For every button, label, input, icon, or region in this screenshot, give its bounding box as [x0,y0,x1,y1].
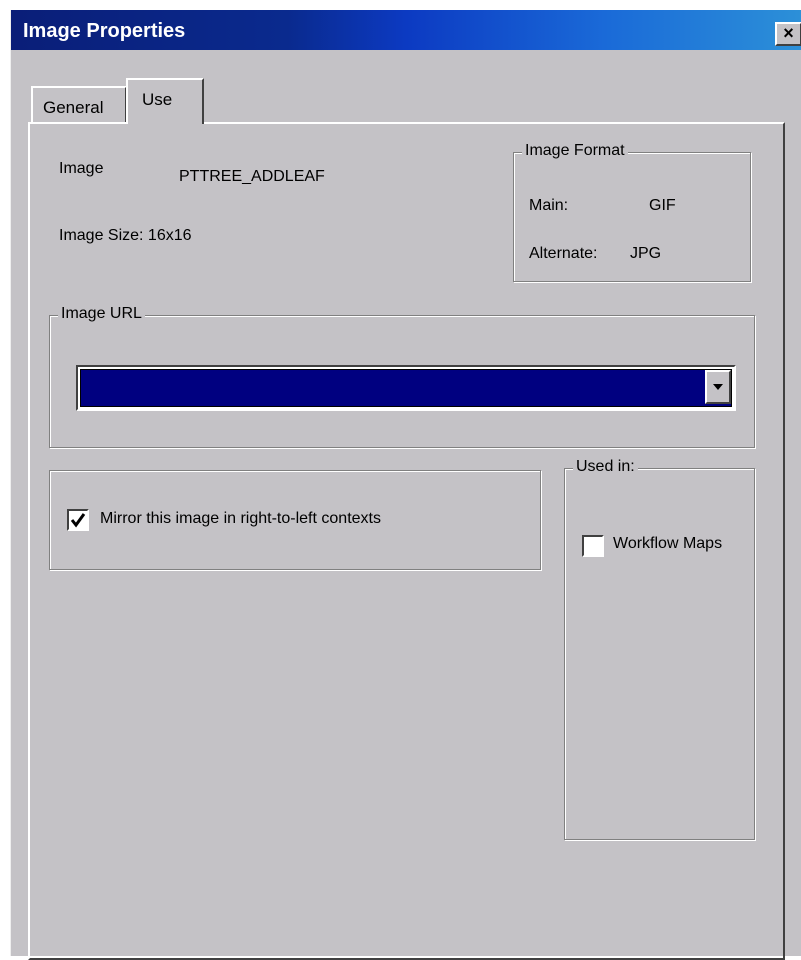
tab-general[interactable]: General [31,86,127,124]
active-tab-joiner [128,120,202,126]
image-label: Image [59,160,104,177]
image-url-dropdown-button[interactable] [705,370,731,404]
title-bar[interactable]: Image Properties × [11,10,801,50]
workflow-maps-label[interactable]: Workflow Maps [613,535,722,553]
main-format-label: Main: [529,197,569,214]
tab-use[interactable]: Use [126,78,204,124]
image-size-text: Image Size: 16x16 [59,227,192,244]
alternate-format-label: Alternate: [529,245,598,262]
close-button[interactable]: × [775,22,801,46]
chevron-down-icon [713,384,723,390]
alternate-format-value: JPG [630,245,662,262]
used-in-legend: Used in: [573,458,638,476]
image-format-legend: Image Format [522,142,628,160]
image-format-group: Image Format Main: GIF Alternate: JPG [513,142,751,282]
checkmark-icon [70,513,86,528]
mirror-label[interactable]: Mirror this image in right-to-left conte… [100,510,381,528]
workflow-maps-checkbox[interactable] [582,535,604,557]
mirror-checkbox[interactable] [67,509,89,531]
mirror-group: Mirror this image in right-to-left conte… [49,470,541,570]
tab-general-label: General [43,98,104,117]
image-name-value: PTTREE_ADDLEAF [179,168,325,185]
main-format-value: GIF [649,197,676,214]
image-url-selection[interactable] [80,369,732,407]
tab-use-label: Use [142,90,173,109]
dialog-title: Image Properties [23,20,186,42]
image-properties-dialog: Image Properties × General Use Image PTT… [10,10,801,960]
image-url-legend: Image URL [58,305,145,323]
used-in-group: Used in: Workflow Maps [564,458,755,840]
image-url-combobox[interactable] [76,365,736,411]
close-icon: × [783,23,794,43]
